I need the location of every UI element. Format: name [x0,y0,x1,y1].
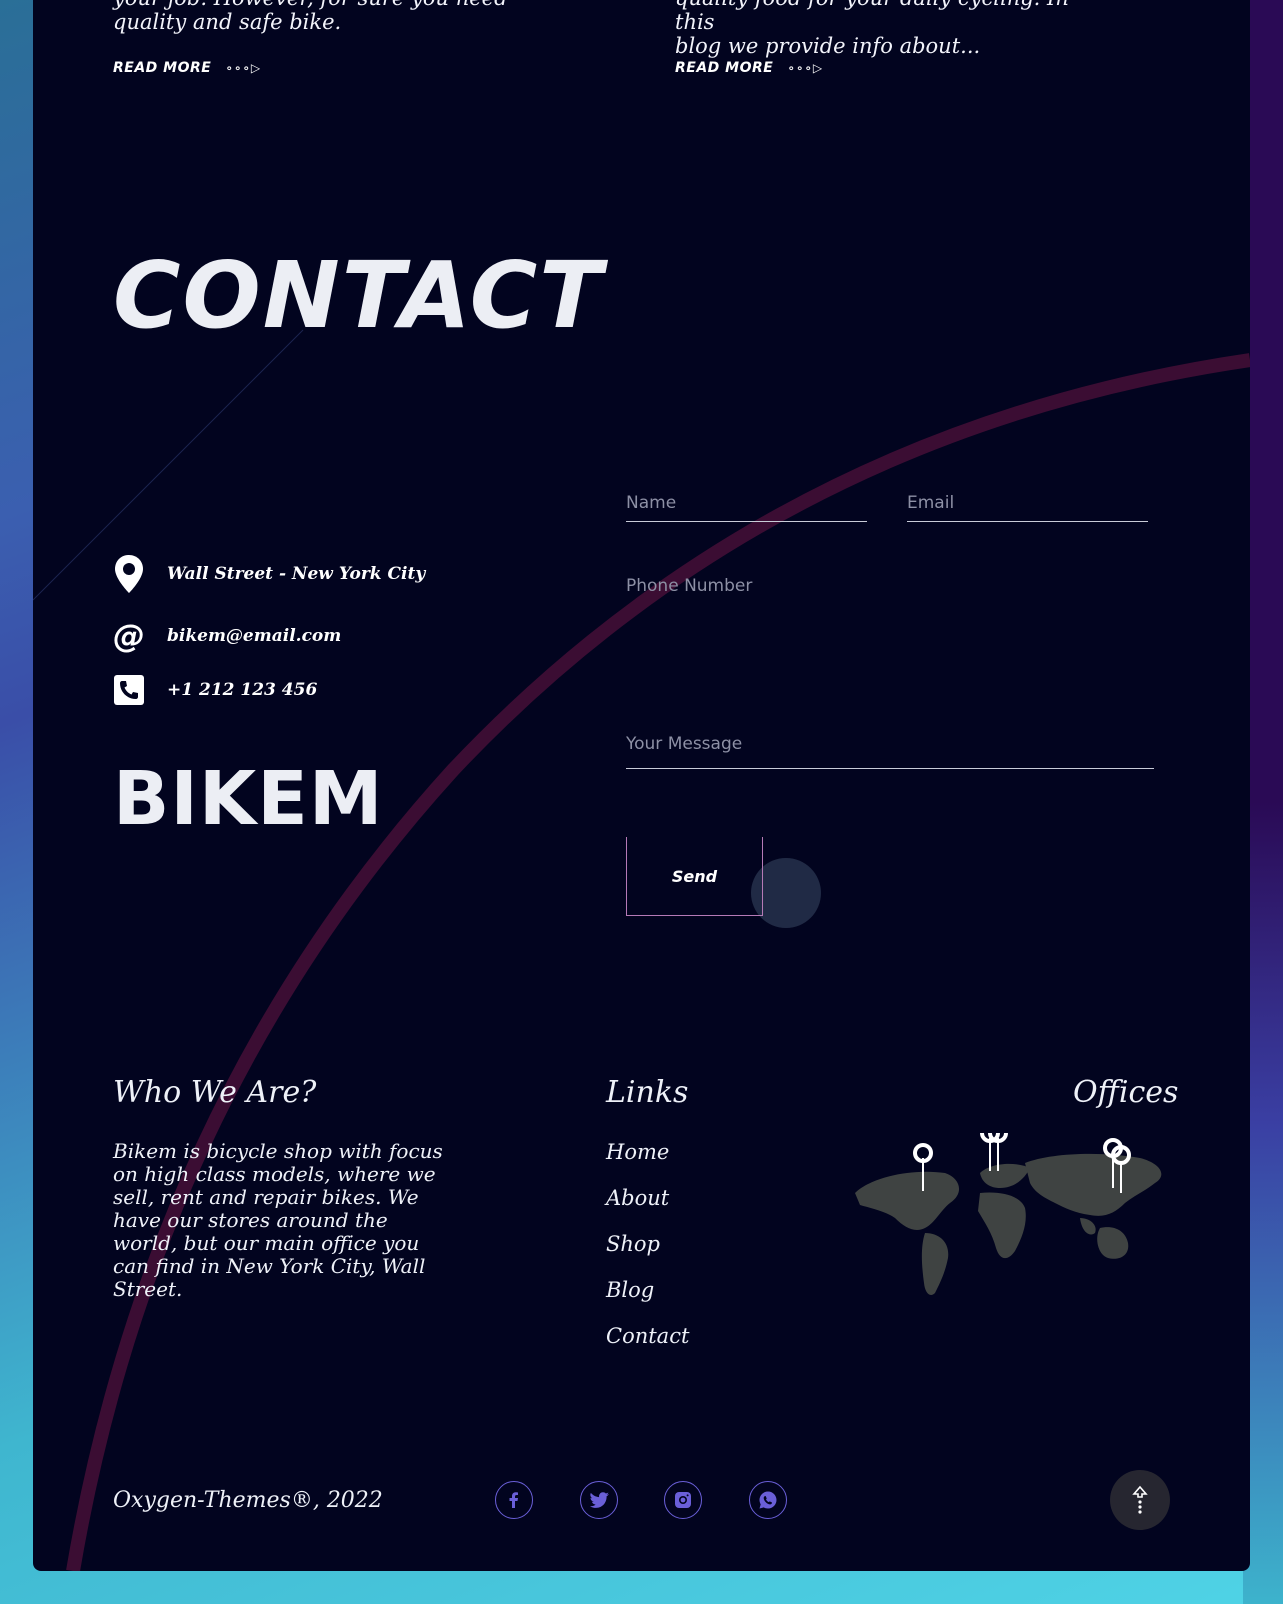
message-textarea[interactable] [626,734,1154,769]
facebook-icon [509,1492,518,1508]
links-heading: Links [606,1075,689,1110]
back-to-top-button[interactable] [1110,1470,1170,1530]
email-text[interactable]: bikem@email.com [167,626,341,646]
main-panel: your job. However, for sure you need qua… [33,0,1250,1571]
read-more-label: READ MORE [675,60,774,76]
footer-links: Home About Shop Blog Contact [606,1140,689,1370]
footer-link-home[interactable]: Home [606,1140,669,1164]
email-row: @ bikem@email.com [113,617,341,655]
who-we-are-text: Bikem is bicycle shop with focus on high… [113,1139,443,1301]
twitter-icon [590,1492,609,1508]
world-map [855,1133,1162,1295]
copyright-text: Oxygen-Themes®, 2022 [113,1488,383,1513]
map-pin-icon [113,555,145,593]
email-input[interactable] [907,493,1148,522]
offices-heading: Offices [1073,1075,1179,1110]
footer-link-about[interactable]: About [606,1186,669,1210]
phone-row: +1 212 123 456 [113,672,317,708]
footer-link-blog[interactable]: Blog [606,1278,654,1302]
list-item: About [606,1186,689,1232]
read-more-label: READ MORE [113,60,212,76]
phone-icon [113,672,145,708]
blog-post-excerpt: your job. However, for sure you need qua… [113,0,533,34]
address-row: Wall Street - New York City [113,555,426,593]
list-item: Blog [606,1278,689,1324]
blog-post-excerpt: quality food for your daily cycling. In … [675,0,1095,58]
brand-logo: BIKEM [113,756,384,842]
footer-link-contact[interactable]: Contact [606,1324,689,1348]
name-input[interactable] [626,493,867,522]
who-we-are-heading: Who We Are? [113,1075,317,1110]
whatsapp-icon [759,1491,777,1509]
phone-input[interactable] [626,576,1026,604]
excerpt-line: quality and safe bike. [113,10,342,34]
list-item: Shop [606,1232,689,1278]
excerpt-line: blog we provide info about... [675,34,981,58]
instagram-icon [675,1492,691,1508]
arrow-dots-icon: ∘∘∘▷ [787,61,824,75]
twitter-link[interactable] [580,1481,618,1519]
address-text: Wall Street - New York City [167,564,426,584]
contact-title: CONTACT [113,242,604,349]
phone-text[interactable]: +1 212 123 456 [167,680,317,700]
read-more-link[interactable]: READ MORE ∘∘∘▷ [113,60,261,76]
arrow-up-icon [1132,1485,1148,1514]
list-item: Contact [606,1324,689,1370]
whatsapp-link[interactable] [749,1481,787,1519]
read-more-link[interactable]: READ MORE ∘∘∘▷ [675,60,823,76]
excerpt-line: quality food for your daily cycling. In … [675,0,1069,34]
send-button[interactable]: Send [626,837,763,916]
list-item: Home [606,1140,689,1186]
footer-link-shop[interactable]: Shop [606,1232,660,1256]
facebook-link[interactable] [495,1481,533,1519]
arrow-dots-icon: ∘∘∘▷ [225,61,262,75]
at-sign-icon: @ [113,617,145,655]
instagram-link[interactable] [664,1481,702,1519]
excerpt-line: your job. However, for sure you need [113,0,533,10]
